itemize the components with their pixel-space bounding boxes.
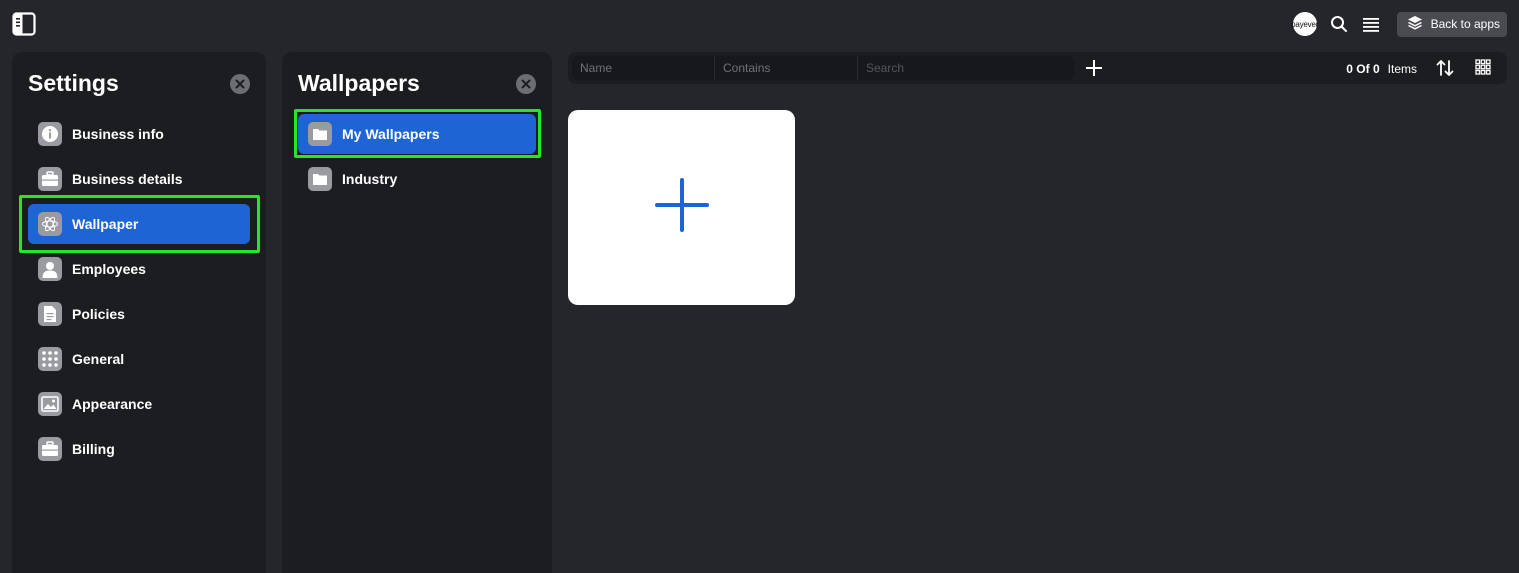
filter-bar: Name Contains	[572, 56, 1074, 80]
settings-item-appearance[interactable]: Appearance	[28, 384, 250, 424]
wallpapers-panel: Wallpapers My Wallpapers Industry	[282, 52, 552, 573]
content-toolbar: Name Contains 0 Of 0 Items	[568, 52, 1507, 84]
settings-item-label: Employees	[72, 261, 146, 277]
grid-view-icon[interactable]	[1475, 59, 1493, 77]
back-to-apps-button[interactable]: Back to apps	[1396, 11, 1507, 37]
settings-item-label: Appearance	[72, 396, 153, 412]
wallpapers-close-icon[interactable]	[516, 74, 536, 94]
settings-close-icon[interactable]	[230, 74, 250, 94]
settings-item-policies[interactable]: Policies	[28, 294, 250, 334]
settings-item-billing[interactable]: Billing	[28, 429, 250, 469]
item-count-unit: Items	[1387, 62, 1417, 76]
settings-item-business-info[interactable]: Business info	[28, 114, 250, 154]
briefcase-icon	[38, 437, 62, 461]
add-filter-icon[interactable]	[1084, 58, 1104, 78]
settings-item-wallpaper[interactable]: Wallpaper	[28, 204, 250, 244]
folder-icon	[308, 167, 332, 191]
settings-item-general[interactable]: General	[28, 339, 250, 379]
filter-search-cell	[858, 56, 1074, 80]
wallpaper-icon	[38, 212, 62, 236]
image-icon	[38, 392, 62, 416]
layers-icon	[1407, 15, 1423, 34]
top-bar: payever Back to apps	[0, 0, 1519, 48]
add-wallpaper-card[interactable]	[568, 110, 795, 305]
filter-field-select[interactable]: Name	[572, 56, 715, 80]
document-icon	[38, 302, 62, 326]
settings-item-label: Business info	[72, 126, 164, 142]
info-icon	[38, 122, 62, 146]
sidebar-toggle-icon[interactable]	[12, 12, 36, 36]
briefcase-icon	[38, 167, 62, 191]
plus-icon	[654, 177, 710, 238]
folder-item-industry[interactable]: Industry	[298, 159, 536, 199]
folder-item-label: My Wallpapers	[342, 126, 440, 142]
settings-item-label: Wallpaper	[72, 216, 139, 232]
settings-item-label: General	[72, 351, 125, 367]
top-right-actions: payever Back to apps	[1291, 11, 1507, 37]
filter-condition-select[interactable]: Contains	[715, 56, 858, 80]
folder-icon	[308, 122, 332, 146]
wallpapers-title: Wallpapers	[298, 70, 420, 96]
search-icon[interactable]	[1329, 14, 1349, 34]
settings-item-label: Billing	[72, 441, 115, 457]
settings-item-employees[interactable]: Employees	[28, 249, 250, 289]
back-to-apps-label: Back to apps	[1430, 17, 1500, 31]
grid-dots-icon	[38, 347, 62, 371]
search-input[interactable]	[866, 61, 1066, 75]
folder-item-label: Industry	[342, 171, 398, 187]
person-icon	[38, 257, 62, 281]
folder-item-my-wallpapers[interactable]: My Wallpapers	[298, 114, 536, 154]
settings-item-label: Business details	[72, 171, 183, 187]
item-count-value: 0 Of 0	[1346, 62, 1380, 76]
avatar[interactable]: payever	[1291, 12, 1318, 36]
menu-icon[interactable]	[1361, 14, 1381, 34]
item-count: 0 Of 0 Items	[1346, 62, 1417, 76]
sort-icon[interactable]	[1435, 58, 1455, 78]
settings-item-label: Policies	[72, 306, 125, 322]
settings-panel: Settings Business info Business details …	[12, 52, 266, 573]
settings-item-business-details[interactable]: Business details	[28, 159, 250, 199]
settings-title: Settings	[28, 70, 119, 96]
